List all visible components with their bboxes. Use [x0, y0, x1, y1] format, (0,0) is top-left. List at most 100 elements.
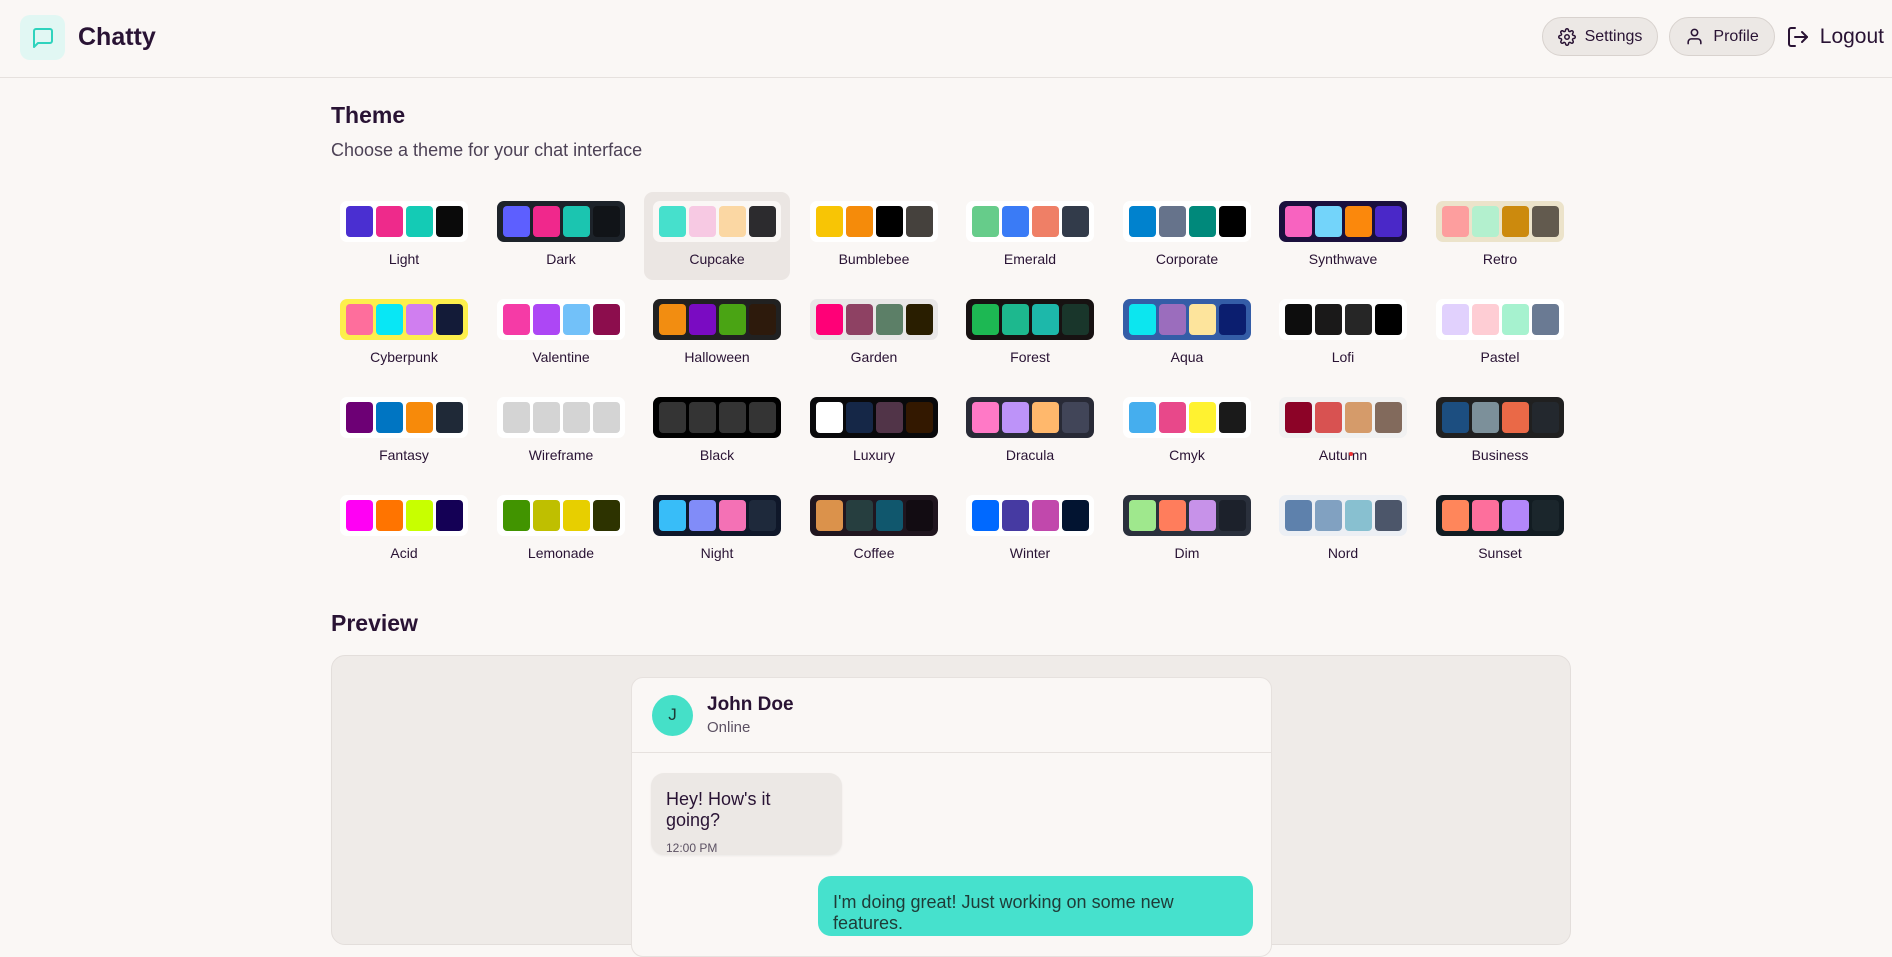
theme-name-label: Synthwave	[1308, 251, 1378, 267]
theme-option-acid[interactable]: Acid	[331, 486, 477, 574]
user-icon	[1687, 28, 1703, 45]
contact-status: Online	[707, 719, 751, 736]
color-swatch	[345, 206, 373, 237]
theme-option-light[interactable]: Light	[331, 192, 477, 280]
color-swatch	[1441, 304, 1469, 335]
color-swatch	[592, 500, 620, 531]
theme-option-nord[interactable]: Nord	[1270, 486, 1416, 574]
theme-option-corporate[interactable]: Corporate	[1114, 192, 1260, 280]
theme-option-night[interactable]: Night	[644, 486, 790, 574]
color-swatch	[1061, 206, 1089, 237]
color-swatch	[748, 206, 776, 237]
theme-swatch-box	[966, 397, 1094, 438]
theme-swatch-box	[966, 495, 1094, 536]
theme-option-business[interactable]: Business	[1427, 388, 1573, 476]
color-swatch	[1031, 304, 1059, 335]
theme-swatch-box	[340, 397, 468, 438]
theme-option-valentine[interactable]: Valentine	[488, 290, 634, 378]
color-swatch	[1374, 500, 1402, 531]
theme-option-autumn[interactable]: Autumn	[1270, 388, 1416, 476]
theme-option-bumblebee[interactable]: Bumblebee	[801, 192, 947, 280]
theme-swatch-box	[810, 299, 938, 340]
color-swatch	[1471, 304, 1499, 335]
color-swatch	[815, 304, 843, 335]
color-swatch	[1531, 206, 1559, 237]
theme-name-label: Dim	[1174, 545, 1200, 561]
theme-swatch-box	[810, 201, 938, 242]
theme-option-forest[interactable]: Forest	[957, 290, 1103, 378]
theme-swatch-box	[1123, 299, 1251, 340]
color-swatch	[562, 402, 590, 433]
theme-name-label: Fantasy	[379, 447, 429, 463]
color-swatch	[375, 402, 403, 433]
color-swatch	[1344, 304, 1372, 335]
theme-swatch-box	[340, 201, 468, 242]
color-swatch	[1284, 304, 1312, 335]
theme-name-label: Nord	[1327, 545, 1359, 561]
color-swatch	[688, 206, 716, 237]
brand-link[interactable]: Chatty	[20, 15, 156, 60]
color-swatch	[1314, 206, 1342, 237]
color-swatch	[1284, 402, 1312, 433]
theme-swatch-box	[497, 397, 625, 438]
color-swatch	[845, 206, 873, 237]
color-swatch	[375, 304, 403, 335]
color-swatch	[1128, 500, 1156, 531]
theme-option-black[interactable]: Black	[644, 388, 790, 476]
theme-option-dark[interactable]: Dark	[488, 192, 634, 280]
theme-option-pastel[interactable]: Pastel	[1427, 290, 1573, 378]
color-swatch	[345, 402, 373, 433]
color-swatch	[435, 500, 463, 531]
color-swatch	[971, 206, 999, 237]
theme-swatch-box	[653, 495, 781, 536]
color-swatch	[592, 206, 620, 237]
theme-option-wireframe[interactable]: Wireframe	[488, 388, 634, 476]
theme-name-label: Cupcake	[689, 251, 745, 267]
theme-option-synthwave[interactable]: Synthwave	[1270, 192, 1416, 280]
color-swatch	[815, 500, 843, 531]
color-swatch	[1128, 304, 1156, 335]
theme-option-garden[interactable]: Garden	[801, 290, 947, 378]
color-swatch	[1374, 304, 1402, 335]
logout-button[interactable]: Logout	[1786, 25, 1884, 49]
profile-button[interactable]: Profile	[1669, 17, 1775, 56]
theme-option-dracula[interactable]: Dracula	[957, 388, 1103, 476]
theme-option-dim[interactable]: Dim	[1114, 486, 1260, 574]
color-swatch	[532, 304, 560, 335]
color-swatch	[1374, 206, 1402, 237]
theme-name-label: Aqua	[1170, 349, 1204, 365]
settings-button[interactable]: Settings	[1541, 17, 1659, 56]
theme-swatch-box	[966, 299, 1094, 340]
theme-option-winter[interactable]: Winter	[957, 486, 1103, 574]
gear-icon	[1557, 27, 1576, 46]
theme-option-cyberpunk[interactable]: Cyberpunk	[331, 290, 477, 378]
theme-option-halloween[interactable]: Halloween	[644, 290, 790, 378]
color-swatch	[1001, 304, 1029, 335]
theme-option-cupcake[interactable]: Cupcake	[644, 192, 790, 280]
theme-option-cmyk[interactable]: Cmyk	[1114, 388, 1260, 476]
theme-option-fantasy[interactable]: Fantasy	[331, 388, 477, 476]
theme-swatch-box	[1279, 299, 1407, 340]
theme-option-retro[interactable]: Retro	[1427, 192, 1573, 280]
color-swatch	[592, 402, 620, 433]
color-swatch	[1061, 402, 1089, 433]
theme-option-lemonade[interactable]: Lemonade	[488, 486, 634, 574]
color-swatch	[1501, 500, 1529, 531]
theme-option-aqua[interactable]: Aqua	[1114, 290, 1260, 378]
theme-option-coffee[interactable]: Coffee	[801, 486, 947, 574]
color-swatch	[845, 304, 873, 335]
color-swatch	[1501, 206, 1529, 237]
color-swatch	[1031, 402, 1059, 433]
top-navbar: Chatty Settings Profile Logout	[0, 0, 1892, 78]
color-swatch	[592, 304, 620, 335]
theme-option-sunset[interactable]: Sunset	[1427, 486, 1573, 574]
theme-option-luxury[interactable]: Luxury	[801, 388, 947, 476]
theme-option-lofi[interactable]: Lofi	[1270, 290, 1416, 378]
color-swatch	[1531, 402, 1559, 433]
color-swatch	[1344, 500, 1372, 531]
contact-name: John Doe	[707, 694, 794, 715]
theme-swatch-box	[1123, 201, 1251, 242]
theme-option-emerald[interactable]: Emerald	[957, 192, 1103, 280]
color-swatch	[502, 402, 530, 433]
color-swatch	[971, 304, 999, 335]
